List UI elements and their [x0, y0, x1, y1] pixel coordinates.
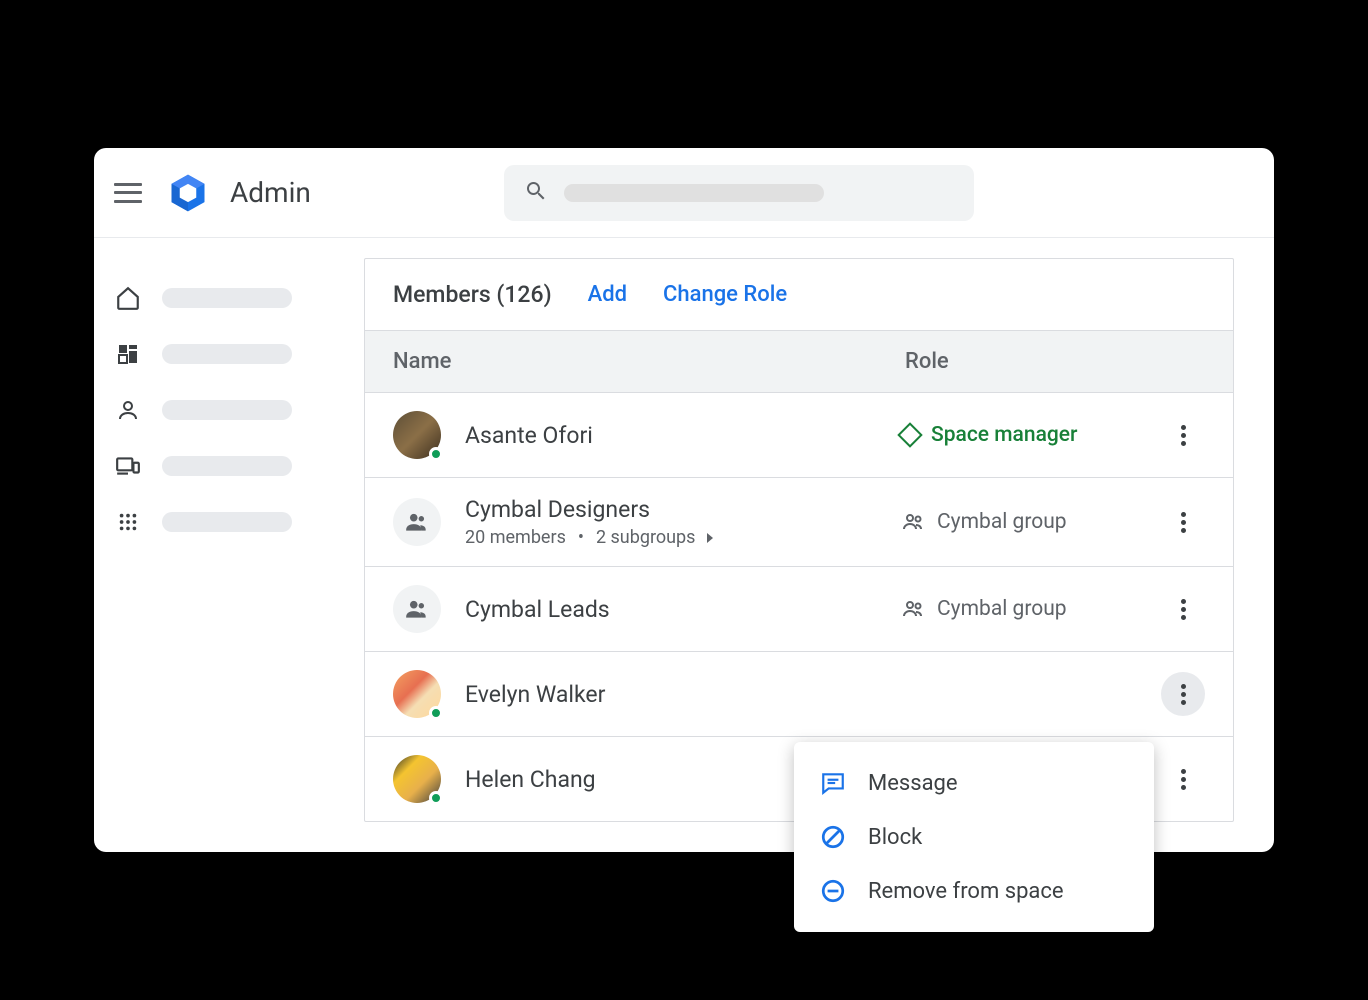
- chevron-right-icon: [707, 533, 713, 543]
- member-name: Asante Ofori: [465, 422, 901, 449]
- role-label: Cymbal group: [937, 510, 1067, 534]
- admin-logo-icon: [166, 171, 210, 215]
- sidebar-label-placeholder: [162, 344, 292, 364]
- table-row[interactable]: Asante Ofori Space manager: [365, 392, 1233, 477]
- admin-window: Admin: [94, 148, 1274, 852]
- member-info: Evelyn Walker: [465, 681, 901, 708]
- more-vertical-icon: [1181, 684, 1186, 705]
- group-icon: [404, 596, 430, 622]
- sidebar-item-dashboard[interactable]: [114, 326, 344, 382]
- more-options-button[interactable]: [1161, 500, 1205, 544]
- more-vertical-icon: [1181, 599, 1186, 620]
- sidebar-label-placeholder: [162, 288, 292, 308]
- member-name: Cymbal Leads: [465, 596, 901, 623]
- diamond-icon: [897, 422, 922, 447]
- sidebar-item-user[interactable]: [114, 382, 344, 438]
- member-subtitle: 20 members • 2 subgroups: [465, 527, 901, 548]
- role-label: Space manager: [931, 423, 1077, 447]
- sidebar-item-devices[interactable]: [114, 438, 344, 494]
- search-icon: [524, 179, 548, 207]
- app-title: Admin: [230, 176, 311, 209]
- menu-item-remove[interactable]: Remove from space: [794, 864, 1154, 918]
- more-options-button[interactable]: [1161, 757, 1205, 801]
- role-label: Cymbal group: [937, 597, 1067, 621]
- avatar: [393, 670, 441, 718]
- members-panel: Members (126) Add Change Role Name Role …: [364, 258, 1234, 822]
- remove-icon: [820, 878, 846, 904]
- member-name: Evelyn Walker: [465, 681, 901, 708]
- sidebar-label-placeholder: [162, 456, 292, 476]
- menu-item-label: Message: [868, 771, 958, 796]
- sidebar-label-placeholder: [162, 400, 292, 420]
- separator: •: [578, 527, 584, 548]
- add-button[interactable]: Add: [588, 282, 627, 307]
- table-row[interactable]: Cymbal Leads Cymbal group: [365, 566, 1233, 651]
- member-name: Cymbal Designers: [465, 496, 901, 523]
- home-icon: [114, 284, 142, 312]
- group-icon: [901, 597, 925, 621]
- hamburger-menu-icon[interactable]: [114, 183, 142, 203]
- table-header: Name Role: [365, 330, 1233, 392]
- app-header: Admin: [94, 148, 1274, 238]
- column-name-header: Name: [393, 349, 905, 374]
- member-info: Cymbal Leads: [465, 596, 901, 623]
- more-vertical-icon: [1181, 769, 1186, 790]
- change-role-button[interactable]: Change Role: [663, 282, 787, 307]
- sidebar-item-apps[interactable]: [114, 494, 344, 550]
- avatar: [393, 411, 441, 459]
- avatar: [393, 585, 441, 633]
- more-vertical-icon: [1181, 425, 1186, 446]
- search-bar[interactable]: [504, 165, 974, 221]
- more-options-button[interactable]: [1161, 587, 1205, 631]
- sub-members-count: 20 members: [465, 527, 566, 548]
- dashboard-icon: [114, 340, 142, 368]
- main-content: Members (126) Add Change Role Name Role …: [364, 258, 1274, 822]
- avatar: [393, 498, 441, 546]
- table-row[interactable]: Cymbal Designers 20 members • 2 subgroup…: [365, 477, 1233, 566]
- sidebar: [94, 258, 364, 822]
- devices-icon: [114, 452, 142, 480]
- menu-item-label: Remove from space: [868, 879, 1064, 904]
- menu-item-message[interactable]: Message: [794, 756, 1154, 810]
- status-online-icon: [429, 447, 443, 461]
- more-options-button[interactable]: [1161, 672, 1205, 716]
- person-icon: [114, 396, 142, 424]
- group-icon: [901, 510, 925, 534]
- column-role-header: Role: [905, 349, 1205, 374]
- member-role: Cymbal group: [901, 597, 1161, 621]
- table-row[interactable]: Evelyn Walker: [365, 651, 1233, 736]
- member-info: Asante Ofori: [465, 422, 901, 449]
- apps-grid-icon: [114, 508, 142, 536]
- message-icon: [820, 770, 846, 796]
- more-options-button[interactable]: [1161, 413, 1205, 457]
- more-vertical-icon: [1181, 512, 1186, 533]
- member-role: Space manager: [901, 423, 1161, 447]
- member-info: Cymbal Designers 20 members • 2 subgroup…: [465, 496, 901, 548]
- avatar: [393, 755, 441, 803]
- sub-groups-count: 2 subgroups: [596, 527, 696, 548]
- menu-item-label: Block: [868, 825, 922, 850]
- sidebar-item-home[interactable]: [114, 270, 344, 326]
- panel-title: Members (126): [393, 281, 552, 308]
- block-icon: [820, 824, 846, 850]
- panel-header: Members (126) Add Change Role: [365, 259, 1233, 330]
- status-online-icon: [429, 791, 443, 805]
- menu-item-block[interactable]: Block: [794, 810, 1154, 864]
- search-input-placeholder: [564, 184, 824, 202]
- sidebar-label-placeholder: [162, 512, 292, 532]
- member-role: Cymbal group: [901, 510, 1161, 534]
- context-menu: Message Block Remove from space: [794, 742, 1154, 932]
- group-icon: [404, 509, 430, 535]
- status-online-icon: [429, 706, 443, 720]
